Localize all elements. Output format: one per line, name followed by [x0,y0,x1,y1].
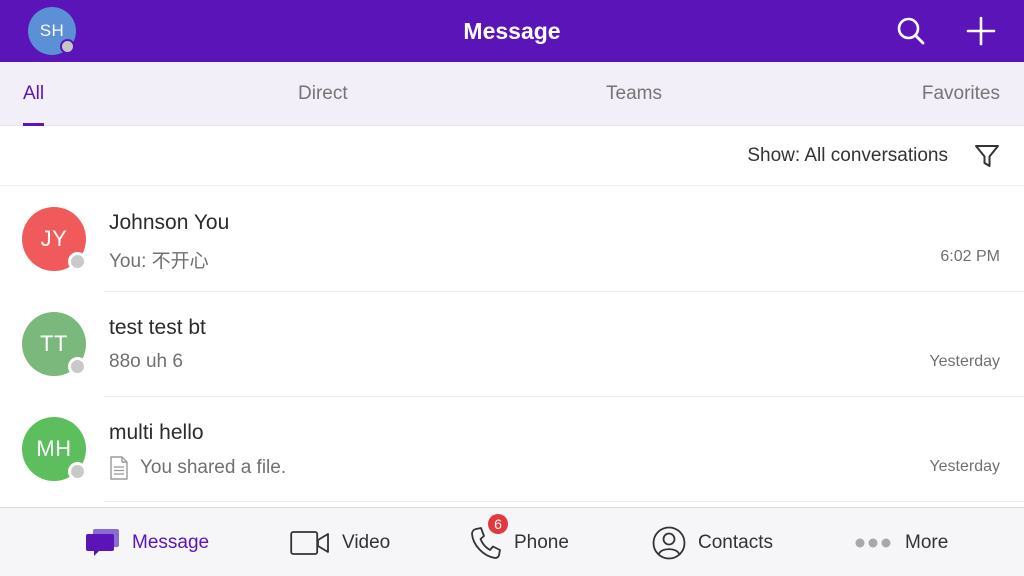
user-avatar-initials: SH [39,21,65,40]
conversation-time: Yesterday [929,458,1000,475]
presence-indicator [68,357,87,376]
contact-avatar: MH [22,417,87,481]
preview-text: You shared a file. [140,457,287,478]
nav-phone[interactable]: 6 Phone [470,508,569,576]
tab-label: Direct [298,83,348,104]
user-presence-indicator [60,39,75,54]
add-button[interactable] [964,14,998,48]
presence-indicator [68,252,87,271]
bottom-nav: Message Video 6 Phone Contacts More [0,507,1024,576]
preview-text: You: 不开心 [109,251,209,272]
conversation-preview: 88o uh 6 [109,351,183,373]
nav-label: Message [132,531,210,553]
message-icon [86,528,120,558]
filter-icon [975,145,999,167]
phone-badge: 6 [488,513,508,534]
conversation-name: multi hello [109,421,204,444]
conversation-item[interactable]: TT test test bt 88o uh 6 Yesterday [0,292,1024,397]
more-icon [855,536,893,550]
contact-avatar-initials: JY [40,226,68,251]
app-header: SH Message [0,0,1024,62]
contact-avatar: JY [22,207,87,271]
plus-icon [966,16,996,46]
show-filter-label[interactable]: Show: All conversations [747,126,948,186]
nav-label: More [905,531,949,553]
conversation-item[interactable]: JY Johnson You You: 不开心 6:02 PM [0,187,1024,292]
contacts-icon [652,526,686,560]
nav-label: Phone [514,531,569,553]
nav-contacts[interactable]: Contacts [652,508,773,576]
tab-direct[interactable]: Direct [298,62,348,126]
tab-teams[interactable]: Teams [606,62,662,126]
file-icon [109,456,129,480]
tab-label: All [23,83,45,104]
video-icon [290,530,330,556]
conversation-preview: You shared a file. [109,456,286,480]
conversation-list: JY Johnson You You: 不开心 6:02 PM TT test … [0,187,1024,502]
tab-label: Teams [606,83,662,104]
conversation-name: Johnson You [109,211,230,234]
conversation-name: test test bt [109,316,206,339]
user-avatar[interactable]: SH [28,7,76,55]
tab-all[interactable]: All [23,62,45,126]
filter-row: Show: All conversations [0,126,1024,186]
presence-indicator [68,462,87,481]
tab-label: Favorites [921,83,1000,104]
search-icon [897,17,925,45]
conversation-time: 6:02 PM [940,248,1000,265]
nav-message[interactable]: Message [86,508,209,576]
search-button[interactable] [894,14,928,48]
contact-avatar: TT [22,312,87,376]
conversation-time: Yesterday [929,353,1000,370]
preview-text: 88o uh 6 [109,351,183,372]
divider [104,501,1024,502]
conversation-preview: You: 不开心 [109,246,209,273]
conversation-tabs: All Direct Teams Favorites [0,62,1024,126]
phone-icon: 6 [470,513,508,560]
nav-more[interactable]: More [855,508,948,576]
page-title: Message [463,18,561,44]
conversation-item[interactable]: MH multi hello You shared a file. Yester… [0,397,1024,502]
contact-avatar-initials: TT [40,331,68,356]
tab-favorites[interactable]: Favorites [922,62,1000,126]
nav-label: Contacts [698,531,773,553]
contact-avatar-initials: MH [36,436,72,461]
filter-button[interactable] [972,141,1002,171]
nav-video[interactable]: Video [290,508,390,576]
nav-label: Video [342,531,391,553]
